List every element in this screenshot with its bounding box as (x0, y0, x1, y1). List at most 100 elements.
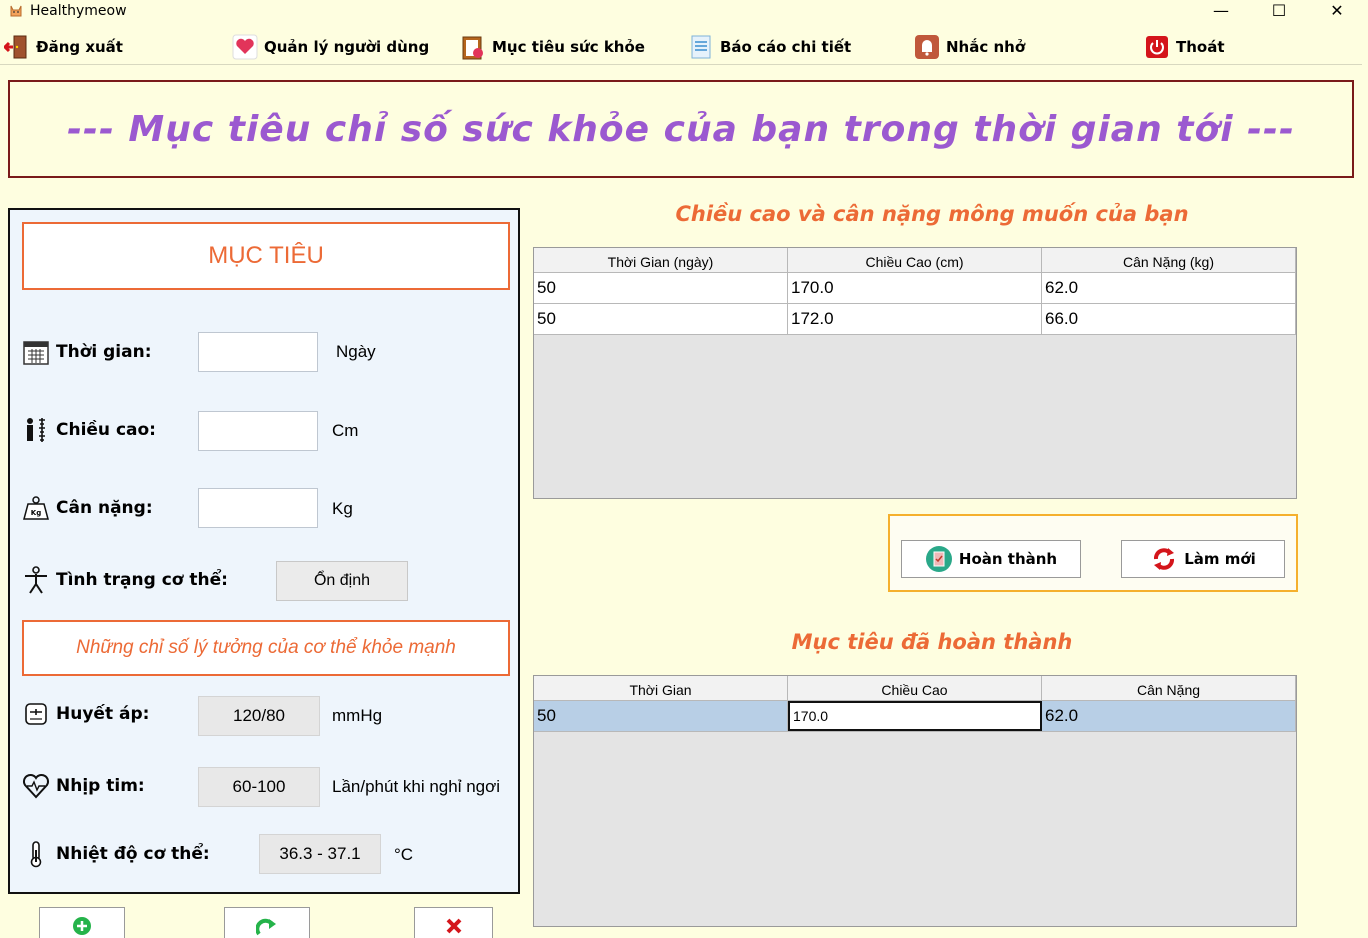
time-label-row: Thời gian: (22, 338, 152, 366)
menu-health-goals[interactable]: Mục tiêu sức khỏe (460, 30, 645, 64)
weight-label: Cân nặng: (56, 498, 153, 518)
targets-heading: Chiều cao và cân nặng mông muốn của bạn (675, 202, 1189, 226)
table-cell: 50 (534, 273, 788, 303)
height-ruler-icon (27, 418, 45, 442)
goal-heading: MỤC TIÊU (22, 222, 510, 290)
window-title: Healthymeow (30, 3, 127, 19)
menu-label-user-management: Quản lý người dùng (264, 38, 430, 56)
menu-label-exit: Thoát (1176, 38, 1225, 56)
height-unit: Cm (332, 421, 359, 440)
time-unit: Ngày (336, 342, 376, 361)
weight-label-row: Kg Cân nặng: (22, 494, 153, 522)
targets-table: Thời Gian (ngày) Chiều Cao (cm) Cân Nặng… (533, 247, 1297, 499)
close-window-button[interactable]: ✕ (1308, 0, 1366, 24)
table-row[interactable]: 50 170.0 62.0 (534, 701, 1296, 732)
weight-scale-icon: Kg (23, 496, 49, 520)
height-label-row: Chiều cao: (22, 416, 156, 444)
completed-col-time[interactable]: Thời Gian (534, 676, 788, 700)
calendar-icon (23, 341, 49, 365)
menu-detailed-report[interactable]: Báo cáo chi tiết (688, 30, 851, 64)
targets-col-height[interactable]: Chiều Cao (cm) (788, 248, 1042, 272)
plus-circle-icon (73, 917, 91, 935)
goal-form-panel: MỤC TIÊU Thời gian: Ngày Chiều cao: Cm K… (8, 208, 520, 894)
time-input[interactable] (198, 332, 318, 372)
body-temp-value: 36.3 - 37.1 (259, 834, 381, 874)
weight-input[interactable] (198, 488, 318, 528)
red-x-icon (446, 918, 461, 934)
height-label: Chiều cao: (56, 420, 156, 440)
body-figure-icon (25, 566, 47, 594)
completed-col-height[interactable]: Chiều Cao (788, 676, 1042, 700)
table-row[interactable]: 50 172.0 66.0 (534, 304, 1296, 335)
blood-pressure-label: Huyết áp: (56, 704, 150, 724)
table-cell: 62.0 (1042, 273, 1296, 303)
add-goal-button[interactable] (39, 907, 125, 938)
update-goal-button[interactable] (224, 907, 310, 938)
maximize-button[interactable]: ☐ (1250, 0, 1308, 24)
blood-pressure-icon (25, 703, 47, 725)
completed-table-header: Thời Gian Chiều Cao Cân Nặng (534, 676, 1296, 701)
body-temp-unit: °C (394, 845, 414, 864)
menu-exit[interactable]: Thoát (1144, 30, 1225, 64)
menu-label-logout: Đăng xuất (36, 38, 123, 56)
menu-user-management[interactable]: Quản lý người dùng (232, 30, 429, 64)
complete-check-icon (925, 546, 952, 572)
thermometer-icon (30, 841, 42, 868)
action-panel: Hoàn thành Làm mới (888, 514, 1298, 592)
heart-rate-unit: Lần/phút khi nghỉ ngơi (332, 777, 501, 796)
goals-banner: --- Mục tiêu chỉ số sức khỏe của bạn tro… (8, 80, 1354, 178)
heart-rate-value: 60-100 (198, 767, 320, 807)
heart-outline-icon (22, 773, 50, 799)
weight-unit: Kg (332, 499, 353, 518)
blood-pressure-label-row: Huyết áp: (22, 700, 149, 728)
table-cell: 50 (534, 701, 788, 731)
cat-app-icon (10, 5, 22, 17)
svg-text:Kg: Kg (31, 509, 41, 517)
bell-icon (915, 35, 939, 59)
completed-col-weight[interactable]: Cân Nặng (1042, 676, 1296, 700)
menu-bar: Đăng xuất Quản lý người dùng Mục tiêu sứ… (0, 30, 1362, 65)
table-cell: 62.0 (1042, 701, 1296, 731)
height-input[interactable] (198, 411, 318, 451)
table-row[interactable]: 50 170.0 62.0 (534, 273, 1296, 304)
body-status-button[interactable]: Ổn định (276, 561, 408, 601)
heart-rate-label: Nhịp tim: (56, 776, 145, 796)
completed-heading: Mục tiêu đã hoàn thành (791, 630, 1073, 654)
banner-title: --- Mục tiêu chỉ số sức khỏe của bạn tro… (67, 108, 1295, 150)
menu-label-health-goals: Mục tiêu sức khỏe (492, 38, 645, 56)
heart-rate-label-row: Nhịp tim: (22, 772, 145, 800)
body-temp-label: Nhiệt độ cơ thể: (56, 844, 210, 864)
minimize-button[interactable]: — (1192, 0, 1250, 24)
report-icon (691, 35, 711, 59)
body-status-label-row: Tình trạng cơ thể: (22, 566, 228, 594)
table-cell: 172.0 (788, 304, 1042, 334)
targets-col-time[interactable]: Thời Gian (ngày) (534, 248, 788, 272)
time-label: Thời gian: (56, 342, 152, 362)
logout-door-icon (4, 35, 27, 59)
body-status-label: Tình trạng cơ thể: (56, 570, 228, 590)
menu-label-reminders: Nhắc nhở (946, 38, 1026, 56)
menu-logout[interactable]: Đăng xuất (4, 30, 123, 64)
ideal-metrics-heading: Những chỉ số lý tưởng của cơ thể khỏe mạ… (22, 620, 510, 676)
title-bar: Healthymeow — ☐ ✕ (0, 0, 1368, 24)
complete-button-label: Hoàn thành (958, 550, 1058, 568)
table-cell: 50 (534, 304, 788, 334)
table-cell-editing[interactable]: 170.0 (788, 701, 1042, 731)
clipboard-icon (462, 36, 483, 60)
delete-goal-button[interactable] (414, 907, 493, 938)
body-temp-label-row: Nhiệt độ cơ thể: (22, 840, 210, 868)
redo-arrow-icon (256, 918, 276, 936)
menu-reminders[interactable]: Nhắc nhở (914, 30, 1025, 64)
completed-table: Thời Gian Chiều Cao Cân Nặng 50 170.0 62… (533, 675, 1297, 927)
targets-col-weight[interactable]: Cân Nặng (kg) (1042, 248, 1296, 272)
refresh-button-label: Làm mới (1184, 550, 1256, 568)
complete-button[interactable]: Hoàn thành (901, 540, 1081, 578)
heart-icon (232, 34, 258, 60)
table-cell: 66.0 (1042, 304, 1296, 334)
blood-pressure-unit: mmHg (332, 706, 383, 725)
table-cell: 170.0 (788, 273, 1042, 303)
blood-pressure-value: 120/80 (198, 696, 320, 736)
refresh-button[interactable]: Làm mới (1121, 540, 1285, 578)
menu-label-detailed-report: Báo cáo chi tiết (720, 38, 852, 56)
refresh-icon (1154, 548, 1175, 570)
